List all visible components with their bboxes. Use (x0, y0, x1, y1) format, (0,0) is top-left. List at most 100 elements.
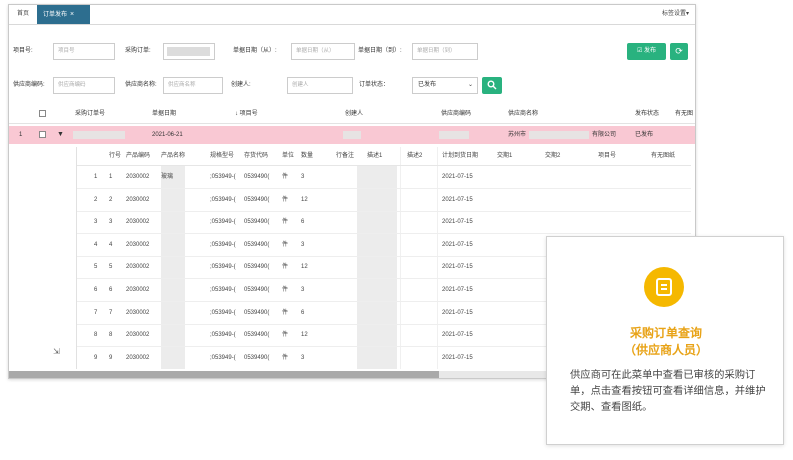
search-button[interactable] (482, 77, 502, 94)
sub-col-quantity: 数量 (301, 153, 314, 159)
row-spec: ;053949-( (210, 354, 236, 361)
row-seq: 6 (94, 287, 98, 293)
refresh-icon[interactable]: ⟳ (670, 43, 688, 60)
row-spec: ;053949-( (210, 241, 236, 248)
row-planned-date: 2021-07-15 (442, 241, 473, 248)
row-planned-date: 2021-07-15 (442, 354, 473, 361)
sub-col-planned-date: 计划到货日期 (442, 153, 479, 159)
tab-settings-menu[interactable]: 标签设置▾ (662, 5, 689, 24)
redacted-creator (343, 131, 361, 139)
tab-order-publish[interactable]: 订单发布 × (37, 5, 90, 24)
filter-row-2: 供应商编码: 供应商编码 供应商名称: 供应商名称 创建人: 创建人 订单状态：… (9, 75, 695, 95)
col-doc-date[interactable]: 单据日期 (152, 105, 176, 123)
callout-title-line2: （供应商人员） (623, 343, 708, 357)
col-creator[interactable]: 创建人 (345, 105, 363, 123)
row-quantity: 6 (301, 219, 305, 226)
creator-label: 创建人: (231, 82, 251, 88)
callout-description: 供应商可在此菜单中查看已审核的采购订单，点击查看按钮可查看详细信息，并维护交期、… (570, 370, 766, 413)
table-row[interactable]: 3 3 2030002 ;053949-(0539490(件 6 2021-07-15 (77, 211, 691, 235)
row-product-code: 2030002 (126, 241, 150, 248)
row-index: 1 (19, 132, 23, 138)
sub-col-delivery2: 交期2 (545, 153, 561, 159)
row-inventory-code: 0539490( (244, 241, 270, 248)
sub-col-desc1: 描述1 (367, 153, 383, 159)
row-line-no: 6 (109, 287, 113, 293)
row-inventory-code: 0539490( (244, 332, 270, 339)
sub-col-inventory-code: 存货代码 (244, 153, 269, 159)
row-seq: 8 (94, 332, 98, 339)
row-quantity: 3 (301, 174, 305, 180)
po-label: 采购订单: (125, 48, 151, 54)
scrollbar-thumb[interactable] (9, 371, 439, 378)
tab-bar: 首页 订单发布 × 标签设置▾ (9, 5, 695, 25)
col-project-no[interactable]: ↓ 项目号 (235, 105, 258, 123)
sub-col-delivery1: 交期1 (497, 153, 513, 159)
order-no-input[interactable]: 项目号 (53, 43, 115, 60)
row-unit: 件 (282, 219, 289, 226)
supplier-name-input[interactable]: 供应商名称 (163, 77, 223, 94)
creator-input[interactable]: 创建人 (287, 77, 353, 94)
row-quantity: 6 (301, 309, 305, 316)
feature-callout-card: 采购订单查询 （供应商人员） 供应商可在此菜单中查看已审核的采购订单，点击查看按… (546, 236, 784, 445)
row-seq: 3 (94, 219, 98, 226)
row-unit: 件 (282, 264, 289, 271)
table-row[interactable]: 2 2 2030002 ;053949-(0539490(件 12 2021-07-15 (77, 189, 691, 212)
row-quantity: 3 (301, 287, 305, 293)
date-from-input[interactable]: 单据日期（从） (291, 43, 355, 60)
sub-col-spec: 规格型号 (210, 153, 235, 159)
row-line-no: 5 (109, 264, 113, 271)
row-planned-date: 2021-07-15 (442, 309, 473, 316)
row-product-code: 2030002 (126, 309, 150, 316)
tab-home[interactable]: 首页 (11, 5, 35, 24)
row-line-no: 7 (109, 309, 113, 316)
close-icon[interactable]: × (70, 11, 74, 18)
col-publish-status[interactable]: 发布状态 (635, 105, 659, 123)
row-line-no: 8 (109, 332, 113, 339)
row-line-no: 9 (109, 354, 113, 361)
row-spec: ;053949-( (210, 332, 236, 339)
row-seq: 5 (94, 264, 98, 271)
row-checkbox[interactable] (39, 131, 46, 138)
col-supplier-name[interactable]: 供应商名称 (508, 105, 538, 123)
tab-order-publish-label: 订单发布 (43, 12, 68, 18)
status-select-value: 已发布 (418, 82, 437, 88)
row-product-code: 2030002 (126, 332, 150, 339)
row-unit: 件 (282, 287, 289, 293)
status-select[interactable]: 已发布 ⌄ (412, 77, 478, 94)
row-unit: 件 (282, 309, 289, 316)
row-doc-date: 2021-06-21 (152, 132, 183, 138)
sub-col-product-code: 产品编码 (126, 153, 151, 159)
row-seq: 2 (94, 196, 98, 203)
row-planned-date: 2021-07-15 (442, 332, 473, 339)
row-planned-date: 2021-07-15 (442, 196, 473, 203)
select-all-checkbox[interactable] (39, 110, 46, 117)
filter-row-1: 项目号: 项目号 采购订单: 单据日期（从）: 单据日期（从） 单据日期（到）:… (9, 41, 695, 61)
supplier-name-label: 供应商名称: (125, 82, 157, 88)
row-publish-status: 已发布 (635, 132, 654, 138)
expand-toggle-icon[interactable]: ▼ (57, 126, 64, 144)
redacted-supplier-name (529, 131, 589, 139)
supplier-code-input[interactable]: 供应商编码 (53, 77, 115, 94)
row-quantity: 3 (301, 354, 305, 361)
col-supplier-code[interactable]: 供应商编码 (441, 105, 471, 123)
sub-col-unit: 单位 (282, 153, 295, 159)
row-product-code: 2030002 (126, 196, 150, 203)
row-unit: 件 (282, 196, 289, 203)
po-input[interactable] (163, 43, 215, 60)
date-to-label: 单据日期（到）: (358, 48, 402, 54)
date-to-input[interactable]: 单据日期（到） (412, 43, 478, 60)
row-inventory-code: 0539490( (244, 309, 270, 316)
order-no-label: 项目号: (13, 48, 33, 54)
row-product-code: 2030002 (126, 219, 150, 226)
col-has-drawing[interactable]: 有无图 (675, 105, 693, 123)
col-po-number[interactable]: 采购订单号 (75, 105, 105, 123)
redacted-supplier-code (439, 131, 469, 139)
publish-button[interactable]: ☑ 发布 (627, 43, 666, 60)
table-row[interactable]: 1 1 2030002 玻璃 ;053949-(0539490(件 3 2021-07-15 (77, 166, 691, 189)
table-row-selected[interactable]: 1 ▼ 2021-06-21 苏州市 有限公司 已发布 (9, 126, 695, 144)
status-label: 订单状态： (359, 82, 390, 88)
callout-title: 采购订单查询 （供应商人员） (547, 325, 785, 359)
row-spec: ;053949-( (210, 219, 236, 226)
row-supplier-name-prefix: 苏州市 (508, 132, 527, 138)
chevron-down-icon: ⌄ (467, 82, 473, 88)
